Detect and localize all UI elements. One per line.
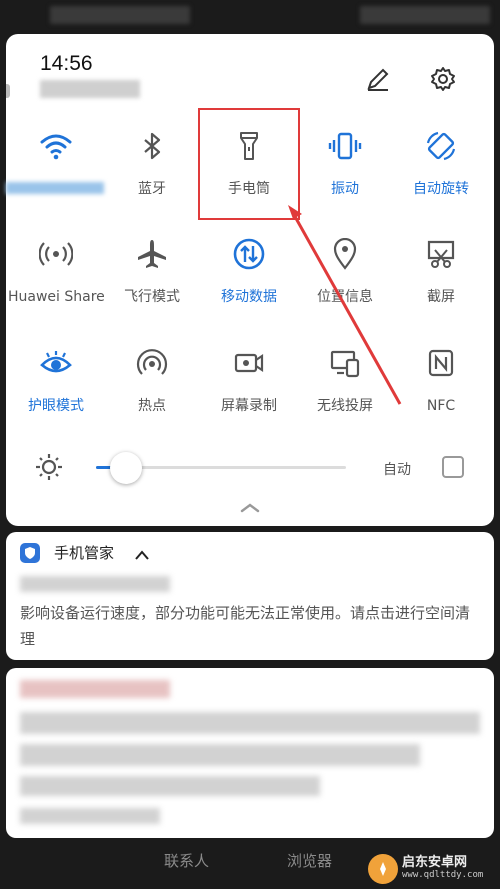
notification-card[interactable]: [6, 668, 494, 838]
notification-blurred: [20, 776, 320, 796]
notification-blurred: [20, 744, 420, 766]
notification-title-blurred: [20, 576, 170, 592]
notification-card[interactable]: 手机管家 影响设备运行速度，部分功能可能无法正常使用。请点击进行空间清理: [6, 532, 494, 660]
dock-browser-label[interactable]: 浏览器: [287, 850, 332, 871]
phone-manager-app-icon: [20, 543, 40, 563]
watermark: 启东安卓网 www.qdlttdy.com: [368, 852, 498, 886]
notification-app-name: 手机管家: [54, 544, 115, 562]
notification-blurred: [20, 680, 170, 698]
notification-body: 影响设备运行速度，部分功能可能无法正常使用。请点击进行空间清理: [20, 604, 471, 648]
watermark-title: 启东安卓网: [402, 855, 468, 870]
watermark-url: www.qdlttdy.com: [402, 870, 484, 880]
chevron-up-icon[interactable]: [134, 546, 150, 565]
dock-contacts-label[interactable]: 联系人: [164, 850, 209, 871]
notification-blurred: [20, 808, 160, 824]
watermark-logo-icon: [368, 854, 398, 884]
notification-blurred: [20, 712, 480, 734]
